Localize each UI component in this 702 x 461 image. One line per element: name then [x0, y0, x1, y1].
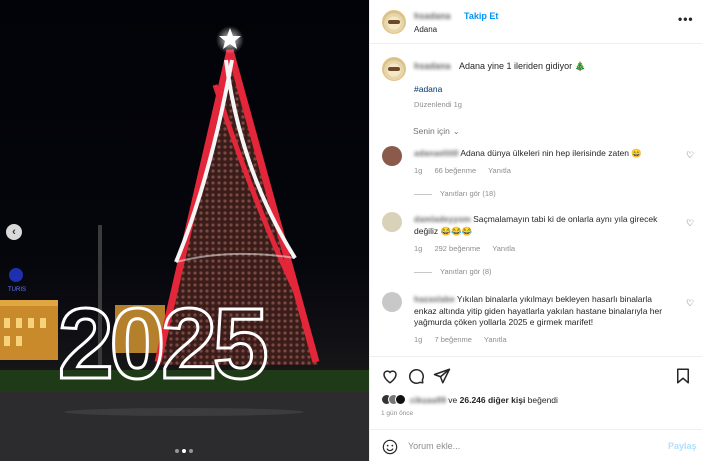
likes-count[interactable]: 26.246 diğer kişi	[460, 395, 526, 405]
replies-divider	[414, 193, 432, 195]
comment-reply-button[interactable]: Yanıtla	[488, 166, 511, 175]
comment-likes[interactable]: 7 beğenme	[434, 335, 472, 344]
comment-reply-button[interactable]: Yanıtla	[492, 244, 515, 253]
add-comment-bar: Paylaş	[370, 429, 702, 461]
liker-username[interactable]: cikuaa99	[410, 395, 446, 405]
comment-sort-label: Senin için	[413, 126, 450, 136]
comment-avatar[interactable]	[382, 146, 402, 166]
comment-meta: 1g 7 beğenme Yanıtla	[414, 335, 517, 344]
caption-text: Adana yine 1 ileriden gidiyor 🎄	[459, 61, 586, 71]
caption-username[interactable]: hsadana	[414, 61, 451, 71]
instagram-post-modal: TURIS 2025 ‹ hsadana Takip Et Adana ••• …	[0, 0, 702, 461]
chevron-down-icon: ⌄	[452, 127, 460, 136]
likes-text: cikuaa99 ve 26.246 diğer kişi beğendi	[410, 395, 558, 405]
carousel-dot[interactable]	[189, 449, 193, 453]
view-replies-label: Yanıtları gör (8)	[440, 267, 492, 276]
caption-author-avatar[interactable]	[382, 57, 406, 81]
comment-like-heart-icon[interactable]: ♡	[686, 298, 694, 309]
christmas-tree-photo: TURIS 2025	[0, 26, 369, 461]
bookmark-icon[interactable]	[674, 367, 692, 385]
post-header: hsadana Takip Et Adana •••	[370, 0, 702, 44]
comment-meta: 1g 292 beğenme Yanıtla	[414, 244, 525, 253]
comment-meta: 1g 66 beğenme Yanıtla	[414, 166, 521, 175]
likes-suffix: beğendi	[525, 394, 558, 405]
previous-photo-button[interactable]: ‹	[6, 224, 22, 240]
comment-likes[interactable]: 66 beğenme	[434, 166, 476, 175]
comment-avatar[interactable]	[382, 212, 402, 232]
year-2025-text: 2025	[58, 288, 266, 400]
svg-text:TURIS: TURIS	[8, 287, 26, 293]
replies-divider	[414, 271, 432, 273]
comment-text: Adana dünya ülkeleri nin hep ilerisinde …	[460, 148, 642, 158]
view-replies-button[interactable]: Yanıtları gör (8)	[414, 267, 492, 276]
comment-item: damladeyyom Saçmalamayın tabi ki de onla…	[414, 214, 676, 237]
post-comment-button[interactable]: Paylaş	[668, 441, 697, 451]
author-username[interactable]: hsadana	[414, 11, 451, 21]
comment-avatar[interactable]	[382, 292, 402, 312]
emoji-icon[interactable]	[382, 439, 398, 455]
paper-plane-icon[interactable]	[433, 367, 451, 385]
comment-item: adanaelitt0 Adana dünya ülkeleri nin hep…	[414, 148, 676, 160]
author-avatar[interactable]	[382, 10, 406, 34]
comment-time: 1g	[414, 335, 423, 344]
post-time-ago[interactable]: 1 gün önce	[381, 410, 413, 417]
comment-username[interactable]: damladeyyom	[414, 214, 471, 224]
post-sidebar: hsadana Takip Et Adana ••• hsadana Adana…	[369, 0, 702, 461]
caption-hashtag[interactable]: #adana	[414, 84, 442, 94]
post-location[interactable]: Adana	[414, 25, 437, 34]
comment-sort-dropdown[interactable]: Senin için ⌄	[413, 126, 460, 136]
comment-username[interactable]: adanaelitt0	[414, 148, 458, 158]
comment-likes[interactable]: 292 beğenme	[434, 244, 480, 253]
view-replies-label: Yanıtları gör (18)	[440, 189, 496, 198]
post-photo: TURIS 2025 ‹	[0, 0, 369, 461]
caption-edited-time: Düzenlendi 1g	[414, 100, 462, 109]
comment-item: hazaslabe Yıkılan binalarla yıkılmayı be…	[414, 294, 676, 329]
carousel-dot[interactable]	[175, 449, 179, 453]
liker-avatar	[395, 394, 406, 405]
comment-username[interactable]: hazaslabe	[414, 294, 455, 304]
likes-summary[interactable]: cikuaa99 ve 26.246 diğer kişi beğendi	[381, 394, 558, 405]
comment-time: 1g	[414, 166, 423, 175]
follow-button[interactable]: Takip Et	[464, 11, 498, 21]
chevron-left-icon: ‹	[12, 226, 16, 238]
comment-bubble-icon[interactable]	[407, 367, 425, 385]
comment-time: 1g	[414, 244, 423, 253]
carousel-dots	[175, 449, 193, 453]
comment-like-heart-icon[interactable]: ♡	[686, 218, 694, 229]
comment-like-heart-icon[interactable]: ♡	[686, 150, 694, 161]
comment-reply-button[interactable]: Yanıtla	[484, 335, 507, 344]
post-actions	[370, 356, 702, 392]
likes-connector: ve	[445, 394, 460, 405]
carousel-dot-active[interactable]	[182, 449, 186, 453]
view-replies-button[interactable]: Yanıtları gör (18)	[414, 189, 496, 198]
heart-outline-icon[interactable]	[381, 367, 399, 385]
comment-input[interactable]	[408, 439, 648, 453]
more-options-icon[interactable]: •••	[678, 12, 694, 26]
